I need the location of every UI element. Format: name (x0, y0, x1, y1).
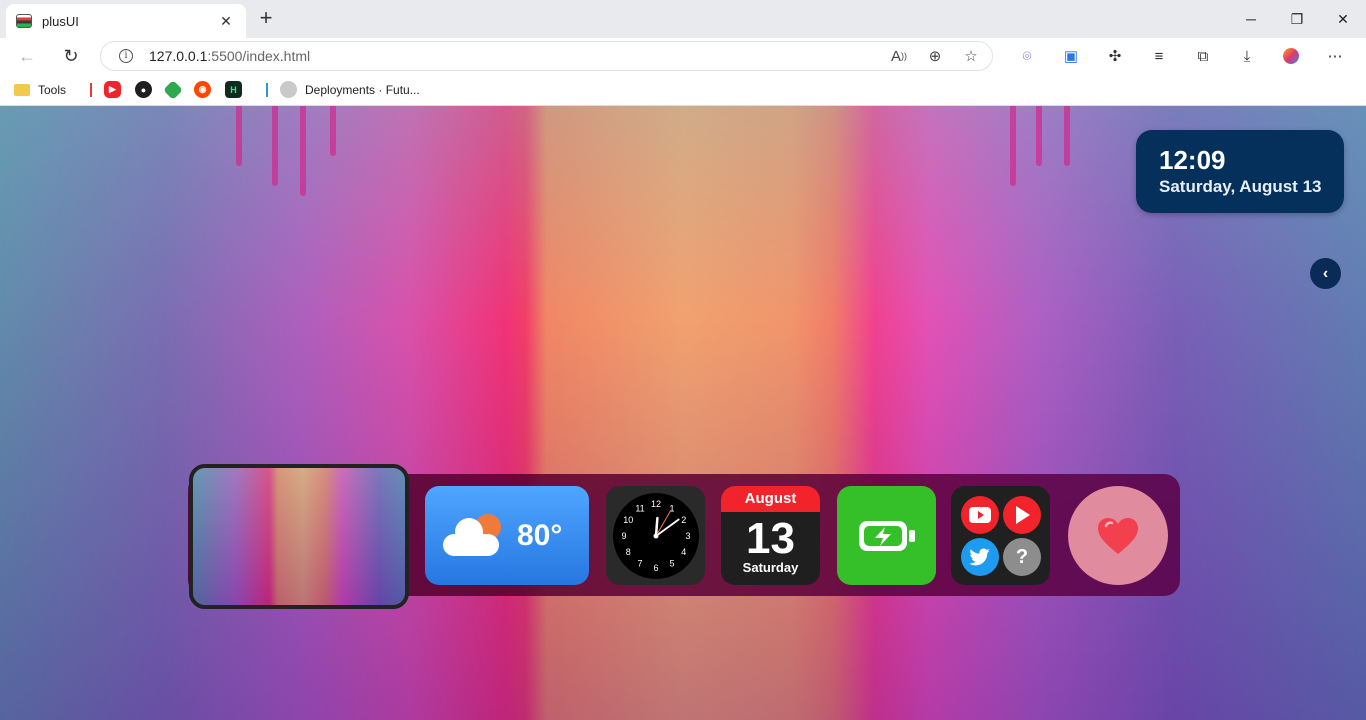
clock-date: Saturday, August 13 (1159, 177, 1322, 196)
zoom-icon[interactable]: ⊕ (924, 45, 946, 67)
battery-widget[interactable] (837, 486, 936, 585)
downloads-icon[interactable]: ⤓ (1225, 42, 1269, 70)
clock-numeral: 7 (637, 558, 642, 568)
reload-icon[interactable]: ↻ (56, 42, 86, 70)
clock-numeral: 3 (685, 531, 690, 541)
github-icon[interactable]: ● (135, 81, 153, 98)
bookmark-deployments[interactable]: Deployments · Futu... (280, 81, 420, 98)
bookmark-separator (90, 82, 93, 97)
wallpaper: 12:09 Saturday, August 13 ‹ (0, 106, 1366, 720)
diamond-app-icon[interactable] (163, 79, 183, 100)
clock-time: 12:09 (1159, 145, 1226, 175)
analog-clock-widget[interactable]: 12 1 2 3 4 5 6 7 8 9 10 11 (606, 486, 705, 585)
address-bar[interactable]: i 127.0.0.1:5500/index.html A)) ⊕ ☆ (100, 41, 993, 71)
social-links-widget: ? (951, 486, 1050, 585)
weather-temperature: 80° (517, 518, 563, 552)
more-menu-icon[interactable]: ⋯ (1313, 42, 1357, 70)
clock-numeral: 2 (681, 515, 686, 525)
twitter-icon[interactable] (961, 538, 999, 576)
calendar-day: 13 (746, 514, 795, 563)
clock-numeral: 9 (621, 531, 626, 541)
calendar-month: August (721, 486, 820, 512)
restore-icon[interactable]: ❐ (1274, 0, 1320, 38)
bookmark-folder-tools[interactable]: Tools (14, 83, 66, 97)
favorites-widget[interactable] (1068, 486, 1168, 585)
clock-numeral: 4 (681, 547, 686, 557)
clock-numeral: 12 (650, 499, 660, 509)
bookmark-label: Tools (38, 82, 67, 97)
extension-screen-icon[interactable]: ▣ (1049, 42, 1093, 70)
bookmarks-bar: Tools ▶ ● ◉ H Deployments · Futu... (0, 74, 1366, 106)
minimize-icon[interactable]: ─ (1228, 0, 1274, 38)
clock-numeral: 10 (623, 515, 633, 525)
battery-charging-icon (858, 520, 915, 551)
analog-clock-face: 12 1234567891011 (612, 492, 699, 579)
clock-numeral: 11 (635, 503, 644, 513)
favorite-star-icon[interactable]: ☆ (960, 45, 982, 67)
chevron-left-icon[interactable]: ‹ (1310, 258, 1341, 289)
calendar-widget[interactable]: August 13 Saturday (721, 486, 820, 585)
profile-avatar-icon[interactable] (1269, 42, 1313, 70)
partly-cloudy-icon (443, 513, 505, 558)
youtube-icon[interactable]: ▶ (104, 81, 122, 98)
hackerrank-icon[interactable]: H (225, 81, 243, 98)
reading-list-icon[interactable]: ≡ (1137, 42, 1181, 70)
wallpaper-preview[interactable] (189, 464, 409, 609)
reddit-icon[interactable]: ◉ (194, 81, 212, 98)
back-arrow-icon[interactable]: ← (12, 42, 42, 70)
calendar-weekday: Saturday (742, 560, 799, 575)
extension-copilot-icon[interactable]: ⌾ (1005, 42, 1049, 70)
tab-title: plusUI (42, 13, 79, 29)
new-tab-button[interactable]: + (254, 7, 278, 31)
youtube-icon[interactable] (961, 496, 999, 534)
read-aloud-icon[interactable]: A)) (888, 45, 910, 67)
url-path: :5500/index.html (207, 48, 311, 64)
window-controls: ─ ❐ ✕ (1228, 0, 1366, 38)
tab-close-icon[interactable]: ✕ (216, 13, 236, 30)
folder-icon (14, 83, 30, 96)
heart-icon (1098, 517, 1138, 554)
help-icon[interactable]: ? (1003, 538, 1041, 576)
bookmark-separator (266, 82, 269, 97)
clock-numeral: 5 (669, 558, 674, 568)
youtube-play-icon[interactable] (1003, 496, 1041, 534)
tab-strip: plusUI ✕ + ─ ❐ ✕ (0, 0, 1366, 38)
clock-widget: 12:09 Saturday, August 13 (1136, 130, 1344, 213)
browser-toolbar: ← ↻ i 127.0.0.1:5500/index.html A)) ⊕ ☆ … (0, 38, 1366, 74)
clock-numeral: 8 (625, 547, 630, 557)
clock-numeral: 6 (653, 563, 658, 573)
plusui-favicon-icon (16, 14, 32, 28)
github-icon (280, 81, 298, 98)
site-info-icon[interactable]: i (119, 49, 133, 63)
extensions-puzzle-icon[interactable]: ✣ (1093, 42, 1137, 70)
close-window-icon[interactable]: ✕ (1320, 0, 1366, 38)
collections-icon[interactable]: ⧉ (1181, 42, 1225, 70)
url-host: 127.0.0.1 (149, 48, 208, 64)
bookmark-label: Deployments · Futu... (305, 82, 420, 97)
weather-widget[interactable]: 80° (425, 486, 589, 585)
browser-tab[interactable]: plusUI ✕ (6, 4, 246, 38)
